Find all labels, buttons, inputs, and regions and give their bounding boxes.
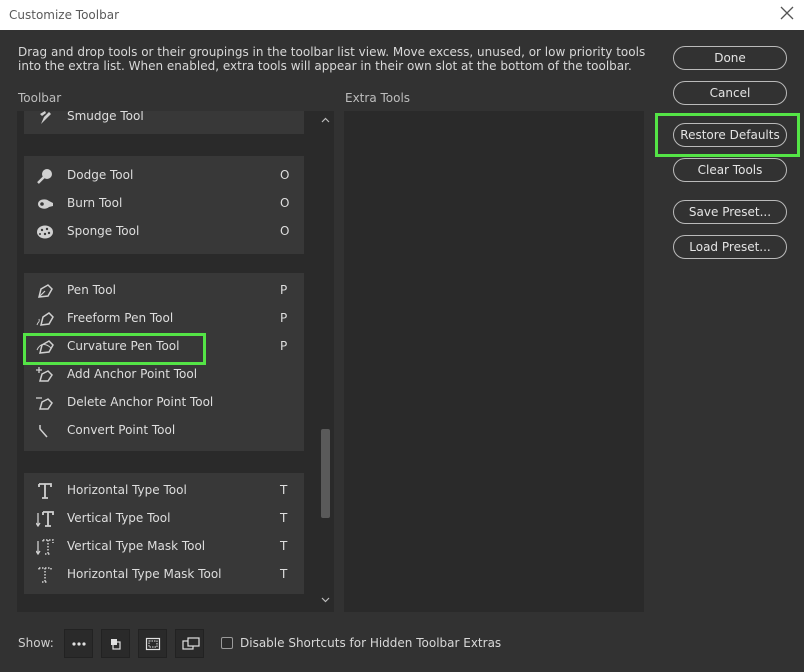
pen-icon: [38, 284, 53, 298]
scrollbar-thumb[interactable]: [321, 429, 330, 518]
show-more-button[interactable]: [64, 629, 93, 658]
disable-shortcuts-label: Disable Shortcuts for Hidden Toolbar Ext…: [240, 636, 502, 650]
tool-name: Add Anchor Point Tool: [67, 367, 198, 381]
tool-group[interactable]: Horizontal Type Tool T Vertical Type Too…: [24, 473, 304, 594]
screen-mode-icon: [145, 637, 161, 651]
chevron-up-icon[interactable]: [321, 117, 330, 123]
load-preset-button[interactable]: Load Preset...: [673, 235, 787, 259]
extra-tools-label: Extra Tools: [345, 91, 411, 105]
tool-row-add-anchor-point[interactable]: Add Anchor Point Tool: [24, 361, 304, 389]
tool-shortcut: P: [280, 311, 288, 325]
chevron-down-icon[interactable]: [321, 597, 330, 603]
tool-name: Sponge Tool: [67, 224, 140, 238]
tool-name: Dodge Tool: [67, 168, 134, 182]
done-button[interactable]: Done: [673, 46, 787, 70]
burn-icon: [38, 199, 53, 209]
show-artboard-button[interactable]: [175, 629, 204, 658]
highlight-restore-defaults: [655, 113, 800, 157]
show-label: Show:: [18, 636, 54, 650]
show-screen-mode-button[interactable]: [138, 629, 167, 658]
tool-name: Convert Point Tool: [67, 423, 176, 437]
swatch-icon: [111, 639, 121, 650]
tool-row-delete-anchor-point[interactable]: Delete Anchor Point Tool: [24, 389, 304, 417]
vertical-type-mask-icon: [36, 539, 54, 555]
extra-tools-list[interactable]: [344, 111, 644, 612]
vertical-type-icon: [36, 511, 54, 527]
convert-point-icon: [39, 425, 48, 438]
window-title: Customize Toolbar: [9, 8, 120, 22]
tool-shortcut: T: [280, 511, 288, 525]
show-swatch-button[interactable]: [101, 629, 130, 658]
tool-name: Horizontal Type Tool: [67, 483, 187, 497]
tool-shortcut: T: [280, 539, 288, 553]
tool-shortcut: O: [280, 196, 290, 210]
scrollbar[interactable]: [317, 111, 334, 612]
tool-row-burn[interactable]: Burn Tool O: [24, 190, 304, 218]
close-icon[interactable]: [780, 6, 794, 20]
cancel-button[interactable]: Cancel: [673, 81, 787, 105]
tool-name: Vertical Type Mask Tool: [67, 539, 206, 553]
tool-name: Horizontal Type Mask Tool: [67, 567, 222, 581]
tool-row-sponge[interactable]: Sponge Tool O: [24, 218, 304, 246]
sponge-icon: [37, 225, 53, 239]
horizontal-type-mask-icon: [38, 567, 52, 583]
tool-row-pen[interactable]: Pen Tool P: [24, 277, 304, 305]
freeform-pen-icon: [36, 312, 54, 326]
tool-row-convert-point[interactable]: Convert Point Tool: [24, 417, 304, 445]
highlight-curvature-pen: [23, 333, 206, 365]
tool-row-smudge[interactable]: Smudge Tool: [24, 111, 304, 131]
artboard-icon: [182, 637, 200, 650]
dodge-icon: [37, 169, 52, 184]
tool-name: Freeform Pen Tool: [67, 311, 174, 325]
tool-name: Smudge Tool: [67, 111, 144, 123]
tool-name: Vertical Type Tool: [67, 511, 171, 525]
tool-name: Burn Tool: [67, 196, 123, 210]
tool-shortcut: P: [280, 339, 288, 353]
smudge-icon: [40, 111, 51, 124]
tool-shortcut: O: [280, 168, 290, 182]
disable-shortcuts-checkbox[interactable]: [221, 637, 233, 649]
tool-row-horizontal-type[interactable]: Horizontal Type Tool T: [24, 477, 304, 505]
delete-anchor-point-icon: [36, 397, 53, 410]
tool-shortcut: T: [280, 483, 288, 497]
save-preset-button[interactable]: Save Preset...: [673, 200, 787, 224]
horizontal-type-icon: [38, 483, 52, 499]
tool-row-horizontal-type-mask[interactable]: Horizontal Type Mask Tool T: [24, 561, 304, 589]
title-bar: Customize Toolbar: [0, 0, 804, 30]
tool-name: Delete Anchor Point Tool: [67, 395, 214, 409]
tool-group[interactable]: Smudge Tool: [24, 111, 304, 134]
clear-tools-button[interactable]: Clear Tools: [673, 158, 787, 182]
tool-shortcut: O: [280, 224, 290, 238]
tool-row-freeform-pen[interactable]: Freeform Pen Tool P: [24, 305, 304, 333]
tool-row-dodge[interactable]: Dodge Tool O: [24, 162, 304, 190]
add-anchor-point-icon: [36, 367, 53, 382]
tool-row-vertical-type[interactable]: Vertical Type Tool T: [24, 505, 304, 533]
more-icon: [72, 642, 86, 646]
tool-shortcut: T: [280, 567, 288, 581]
tool-shortcut: P: [280, 283, 288, 297]
tool-name: Pen Tool: [67, 283, 116, 297]
tool-row-vertical-type-mask[interactable]: Vertical Type Mask Tool T: [24, 533, 304, 561]
description-text: Drag and drop tools or their groupings i…: [18, 45, 646, 73]
toolbar-label: Toolbar: [18, 91, 62, 105]
tool-group[interactable]: Dodge Tool O Burn Tool O Sponge Tool O: [24, 156, 304, 254]
